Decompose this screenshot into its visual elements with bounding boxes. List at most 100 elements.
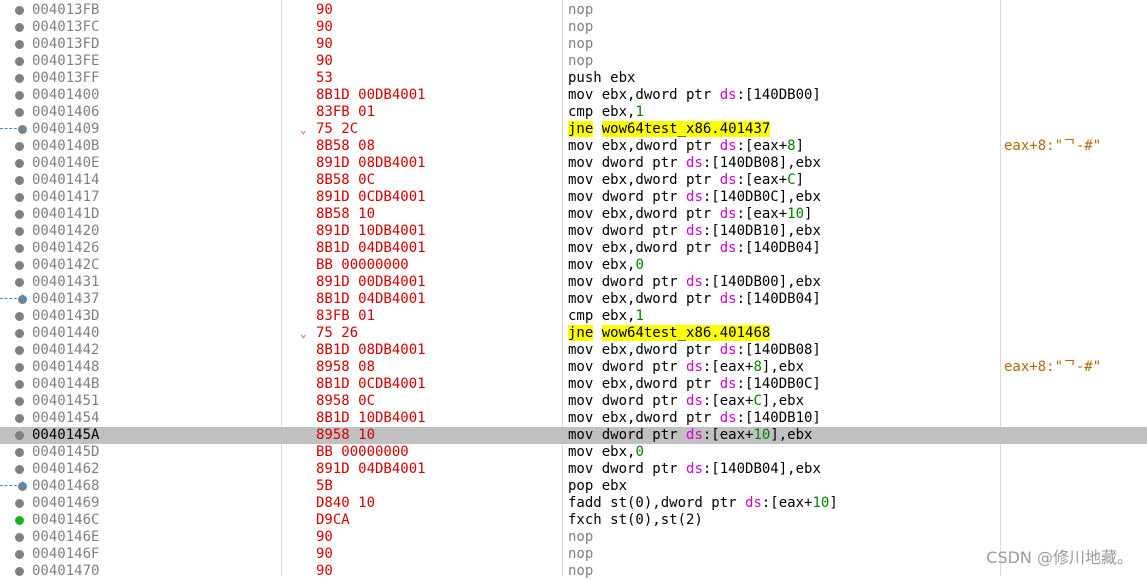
instruction-text[interactable]: mov dword ptr ds:[140DB00],ebx [568,274,821,291]
address[interactable]: 00401442 [32,342,99,359]
breakpoint-gutter[interactable] [0,495,30,512]
instruction-row[interactable]: 004013FD 90 nop [0,36,1147,53]
address[interactable]: 00401426 [32,240,99,257]
address[interactable]: 004013FB [32,2,99,19]
instruction-row[interactable]: 00401469 D840 10 fadd st(0),dword ptr ds:[… [0,495,1147,512]
address[interactable]: 00401431 [32,274,99,291]
instruction-row[interactable]: 004013FC 90 nop [0,19,1147,36]
instruction-text[interactable]: mov dword ptr ds:[140DB08],ebx [568,155,821,172]
opcode-bytes[interactable]: 891D 0CDB4001 [316,189,426,206]
opcode-bytes[interactable]: 8958 0C [316,393,375,410]
breakpoint-gutter[interactable] [0,138,30,155]
gutter-dot-icon[interactable] [15,159,24,168]
opcode-bytes[interactable]: 90 [316,53,333,70]
instruction-row[interactable]: 0040144B 8B1D 0CDB4001 mov ebx,dword ptr d… [0,376,1147,393]
opcode-bytes[interactable]: BB 00000000 [316,257,409,274]
gutter-dot-icon[interactable] [15,329,24,338]
instruction-row[interactable]: 0040146F 90 nop [0,546,1147,563]
breakpoint-gutter[interactable] [0,274,30,291]
instruction-row[interactable]: 00401454 8B1D 10DB4001 mov ebx,dword ptr d… [0,410,1147,427]
instruction-row[interactable]: 004013FF 53 push ebx [0,70,1147,87]
instruction-text[interactable]: jne wow64test_x86.401437 [568,121,771,138]
gutter-dot-icon[interactable] [15,244,24,253]
address[interactable]: 00401406 [32,104,99,121]
instruction-row[interactable]: 004013FB 90 nop [0,2,1147,19]
instruction-text[interactable]: push ebx [568,70,635,87]
instruction-row[interactable]: 00401409 ⌄ 75 2C jne wow64test_x86.401437 [0,121,1147,138]
instruction-text[interactable]: cmp ebx,1 [568,104,644,121]
opcode-bytes[interactable]: 8958 08 [316,359,375,376]
instruction-text[interactable]: nop [568,19,593,36]
address[interactable]: 004013FD [32,36,99,53]
opcode-bytes[interactable]: 90 [316,546,333,563]
opcode-bytes[interactable]: 8B1D 04DB4001 [316,291,426,308]
instruction-text[interactable]: mov dword ptr ds:[eax+10],ebx [568,427,812,444]
breakpoint-gutter[interactable] [0,308,30,325]
breakpoint-gutter[interactable] [0,121,30,138]
gutter-dot-icon[interactable] [15,465,24,474]
instruction-row[interactable]: 00401462 891D 04DB4001 mov dword ptr ds:[1… [0,461,1147,478]
breakpoint-gutter[interactable] [0,257,30,274]
opcode-bytes[interactable]: 891D 10DB4001 [316,223,426,240]
instruction-row[interactable]: 0040140B 8B58 08 mov ebx,dword ptr ds:[eax… [0,138,1147,155]
address[interactable]: 0040145A [32,427,99,444]
breakpoint-gutter[interactable] [0,563,30,580]
address[interactable]: 0040143D [32,308,99,325]
comment[interactable]: eax+8:"ᄀ-#" [1004,359,1101,376]
instruction-text[interactable]: nop [568,2,593,19]
gutter-dot-icon[interactable] [15,533,24,542]
address[interactable]: 00401469 [32,495,99,512]
opcode-bytes[interactable]: BB 00000000 [316,444,409,461]
opcode-bytes[interactable]: 8B1D 00DB4001 [316,87,426,104]
gutter-dot-icon[interactable] [15,550,24,559]
instruction-row[interactable]: 00401470 90 nop [0,563,1147,580]
address[interactable]: 0040142C [32,257,99,274]
opcode-bytes[interactable]: 8B58 08 [316,138,375,155]
instruction-text[interactable]: mov dword ptr ds:[140DB04],ebx [568,461,821,478]
opcode-bytes[interactable]: 90 [316,563,333,580]
instruction-text[interactable]: fxch st(0),st(2) [568,512,703,529]
comment[interactable]: eax+8:"ᄀ-#" [1004,138,1101,155]
gutter-dot-icon[interactable] [15,91,24,100]
address[interactable]: 00401437 [32,291,99,308]
gutter-dot-icon[interactable] [15,499,24,508]
opcode-bytes[interactable]: 83FB 01 [316,308,375,325]
address[interactable]: 00401440 [32,325,99,342]
instruction-row[interactable]: 0040142C BB 00000000 mov ebx,0 [0,257,1147,274]
gutter-dot-icon[interactable] [15,142,24,151]
gutter-dot-icon[interactable] [15,414,24,423]
breakpoint-gutter[interactable] [0,70,30,87]
gutter-dot-icon[interactable] [15,363,24,372]
breakpoint-gutter[interactable] [0,36,30,53]
instruction-row[interactable]: 0040143D 83FB 01 cmp ebx,1 [0,308,1147,325]
instruction-text[interactable]: mov dword ptr ds:[140DB0C],ebx [568,189,821,206]
instruction-row[interactable]: 00401431 891D 00DB4001 mov dword ptr ds:[1… [0,274,1147,291]
breakpoint-gutter[interactable] [0,478,30,495]
gutter-dot-icon[interactable] [15,23,24,32]
opcode-bytes[interactable]: 8B1D 10DB4001 [316,410,426,427]
breakpoint-gutter[interactable] [0,342,30,359]
instruction-text[interactable]: mov ebx,dword ptr ds:[140DB08] [568,342,821,359]
breakpoint-gutter[interactable] [0,529,30,546]
opcode-bytes[interactable]: 75 2C [316,121,358,138]
opcode-bytes[interactable]: 83FB 01 [316,104,375,121]
breakpoint-gutter[interactable] [0,155,30,172]
instruction-text[interactable]: mov dword ptr ds:[140DB10],ebx [568,223,821,240]
instruction-row[interactable]: 00401437 8B1D 04DB4001 mov ebx,dword ptr d… [0,291,1147,308]
instruction-row[interactable]: 0040146C D9CA fxch st(0),st(2) [0,512,1147,529]
address[interactable]: 00401468 [32,478,99,495]
instruction-row[interactable]: 00401400 8B1D 00DB4001 mov ebx,dword ptr d… [0,87,1147,104]
instruction-row[interactable]: 00401440 ⌄ 75 26 jne wow64test_x86.401468 [0,325,1147,342]
gutter-dot-icon[interactable] [15,380,24,389]
opcode-bytes[interactable]: 5B [316,478,333,495]
gutter-dot-icon[interactable] [15,312,24,321]
opcode-bytes[interactable]: 891D 08DB4001 [316,155,426,172]
opcode-bytes[interactable]: 8958 10 [316,427,375,444]
address[interactable]: 00401420 [32,223,99,240]
instruction-text[interactable]: nop [568,53,593,70]
instruction-row[interactable]: 00401406 83FB 01 cmp ebx,1 [0,104,1147,121]
opcode-bytes[interactable]: D840 10 [316,495,375,512]
instruction-text[interactable]: nop [568,529,593,546]
opcode-bytes[interactable]: 8B1D 04DB4001 [316,240,426,257]
instruction-text[interactable]: pop ebx [568,478,627,495]
